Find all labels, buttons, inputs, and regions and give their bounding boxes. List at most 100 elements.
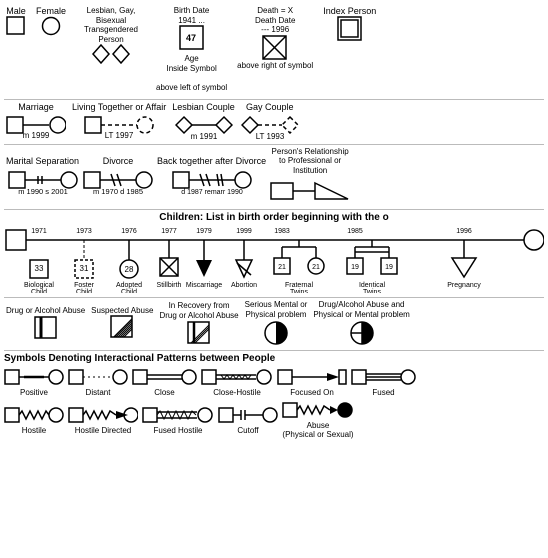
divorce-label: Divorce xyxy=(103,156,134,166)
lgbt-label: Lesbian, Gay, BisexualTransgendered Pers… xyxy=(76,6,146,44)
mental-physical-group: Serious Mental orPhysical problem xyxy=(245,300,308,345)
svg-text:LT 1997: LT 1997 xyxy=(105,131,134,140)
cutoff-group: Cutoff xyxy=(218,404,278,435)
positive-label: Positive xyxy=(20,388,48,397)
focused-on-label: Focused On xyxy=(290,388,334,397)
drug-alcohol-group: Drug or Alcohol Abuse xyxy=(6,306,85,340)
cutoff-icon xyxy=(218,404,278,426)
distant-icon xyxy=(68,366,128,388)
svg-text:Child: Child xyxy=(121,289,137,293)
gay-couple-icon: LT 1993 xyxy=(241,112,299,140)
svg-text:Stillbirth: Stillbirth xyxy=(157,282,182,289)
marital-sep-group: Marital Separation m 1990 s 2001 xyxy=(6,156,79,196)
fused-hostile-icon xyxy=(142,404,214,426)
hostile-directed-icon xyxy=(68,404,138,426)
positive-icon xyxy=(4,366,64,388)
svg-text:1977: 1977 xyxy=(161,228,177,235)
legend-container: Male Female Lesbian, Gay, BisexualTransg… xyxy=(0,0,548,558)
back-together-label: Back together after Divorce xyxy=(157,156,266,166)
index-square-icon xyxy=(337,16,363,42)
svg-text:28: 28 xyxy=(125,265,134,274)
svg-text:LT 1993: LT 1993 xyxy=(255,132,284,140)
svg-text:33: 33 xyxy=(35,264,44,273)
svg-text:21: 21 xyxy=(278,264,286,271)
close-hostile-group: Close-Hostile xyxy=(201,366,273,397)
svg-text:m 1970 d 1985: m 1970 d 1985 xyxy=(93,187,143,196)
positive-group: Positive xyxy=(4,366,64,397)
svg-text:1983: 1983 xyxy=(274,228,290,235)
hostile-label: Hostile xyxy=(22,426,46,435)
back-together-icon: d 1987 remarr 1990 xyxy=(172,166,252,196)
close-icon xyxy=(132,366,197,388)
svg-text:Twins: Twins xyxy=(363,289,381,293)
mental-physical-label: Serious Mental orPhysical problem xyxy=(245,300,308,319)
professional-icon: Institution Professional xyxy=(270,175,350,205)
fused-icon xyxy=(351,366,416,388)
mental-physical-icon xyxy=(263,320,289,346)
hostile-directed-label: Hostile Directed xyxy=(75,426,131,435)
distant-label: Distant xyxy=(86,388,111,397)
children-header: Children: List in birth order beginning … xyxy=(4,212,544,223)
birthdate-square-icon: 47 xyxy=(179,25,205,51)
fused-label: Fused xyxy=(372,388,394,397)
abuse-label: Abuse(Physical or Sexual) xyxy=(282,421,353,440)
distant-group: Distant xyxy=(68,366,128,397)
svg-text:19: 19 xyxy=(385,264,393,271)
close-hostile-label: Close-Hostile xyxy=(213,388,261,397)
in-recovery-icon xyxy=(187,321,211,345)
close-group: Close xyxy=(132,366,197,397)
svg-text:31: 31 xyxy=(80,264,89,273)
death-square-icon xyxy=(262,35,288,61)
suspected-abuse-label: Suspected Abuse xyxy=(91,306,153,315)
divider1 xyxy=(4,99,544,100)
symbol-female: Female xyxy=(36,6,66,36)
svg-text:1985: 1985 xyxy=(347,228,363,235)
marriage-group: Marriage m 1999 xyxy=(6,102,66,140)
lesbian-couple-label: Lesbian Couple xyxy=(172,102,235,112)
focused-on-icon xyxy=(277,366,347,388)
suspected-abuse-icon xyxy=(110,315,134,339)
birthdate-sublabel: AgeInside Symbolabove left of symbol xyxy=(156,54,227,92)
lgbt-diamond1-icon xyxy=(92,44,110,64)
row1-basic-symbols: Male Female Lesbian, Gay, BisexualTransg… xyxy=(4,4,544,93)
hostile-icon xyxy=(4,404,64,426)
in-recovery-group: In Recovery fromDrug or Alcohol Abuse xyxy=(159,301,238,344)
divorce-icon: m 1970 d 1985 xyxy=(83,166,153,196)
svg-text:Child: Child xyxy=(76,289,92,293)
living-together-group: Living Together or Affair LT 1997 xyxy=(72,102,166,140)
symbol-index-person: Index Person xyxy=(323,6,376,42)
lgbt-diamond2-icon xyxy=(112,44,130,64)
marriage-label: Marriage xyxy=(18,102,54,112)
svg-text:21: 21 xyxy=(312,264,320,271)
hostile-group: Hostile xyxy=(4,404,64,435)
symbol-lgbt: Lesbian, Gay, BisexualTransgendered Pers… xyxy=(76,6,146,64)
svg-text:Foster: Foster xyxy=(74,282,95,289)
fused-hostile-label: Fused Hostile xyxy=(154,426,203,435)
svg-text:1976: 1976 xyxy=(121,228,137,235)
gay-couple-label: Gay Couple xyxy=(246,102,294,112)
female-icon xyxy=(41,16,61,36)
svg-text:m 1999: m 1999 xyxy=(23,131,50,140)
row2-relationships: Marriage m 1999 Living Together or Affai… xyxy=(4,102,544,140)
death-label: Death = XDeath Date--- 1996 xyxy=(255,6,295,35)
divider3 xyxy=(4,209,544,210)
divider5 xyxy=(4,350,544,351)
fused-hostile-group: Fused Hostile xyxy=(142,404,214,435)
male-label: Male xyxy=(6,6,26,16)
svg-text:Biological: Biological xyxy=(24,282,54,289)
divider2 xyxy=(4,144,544,145)
svg-text:1973: 1973 xyxy=(76,228,92,235)
row6-interactions: Symbols Denoting Interactional Patterns … xyxy=(4,353,544,397)
svg-text:Child: Child xyxy=(31,289,47,293)
svg-text:1971: 1971 xyxy=(31,228,47,235)
living-together-label: Living Together or Affair xyxy=(72,102,166,112)
svg-text:Twins: Twins xyxy=(290,289,308,293)
lesbian-couple-icon: m 1991 xyxy=(175,112,233,140)
lesbian-couple-group: Lesbian Couple m 1991 xyxy=(172,102,235,140)
male-icon xyxy=(6,16,26,36)
divorce-group: Divorce m 1970 d 1985 xyxy=(83,156,153,196)
svg-text:19: 19 xyxy=(351,264,359,271)
svg-text:Fraternal: Fraternal xyxy=(285,282,313,289)
row3-sep-div: Marital Separation m 1990 s 2001 Divorce… xyxy=(4,147,544,206)
fused-group: Fused xyxy=(351,366,416,397)
